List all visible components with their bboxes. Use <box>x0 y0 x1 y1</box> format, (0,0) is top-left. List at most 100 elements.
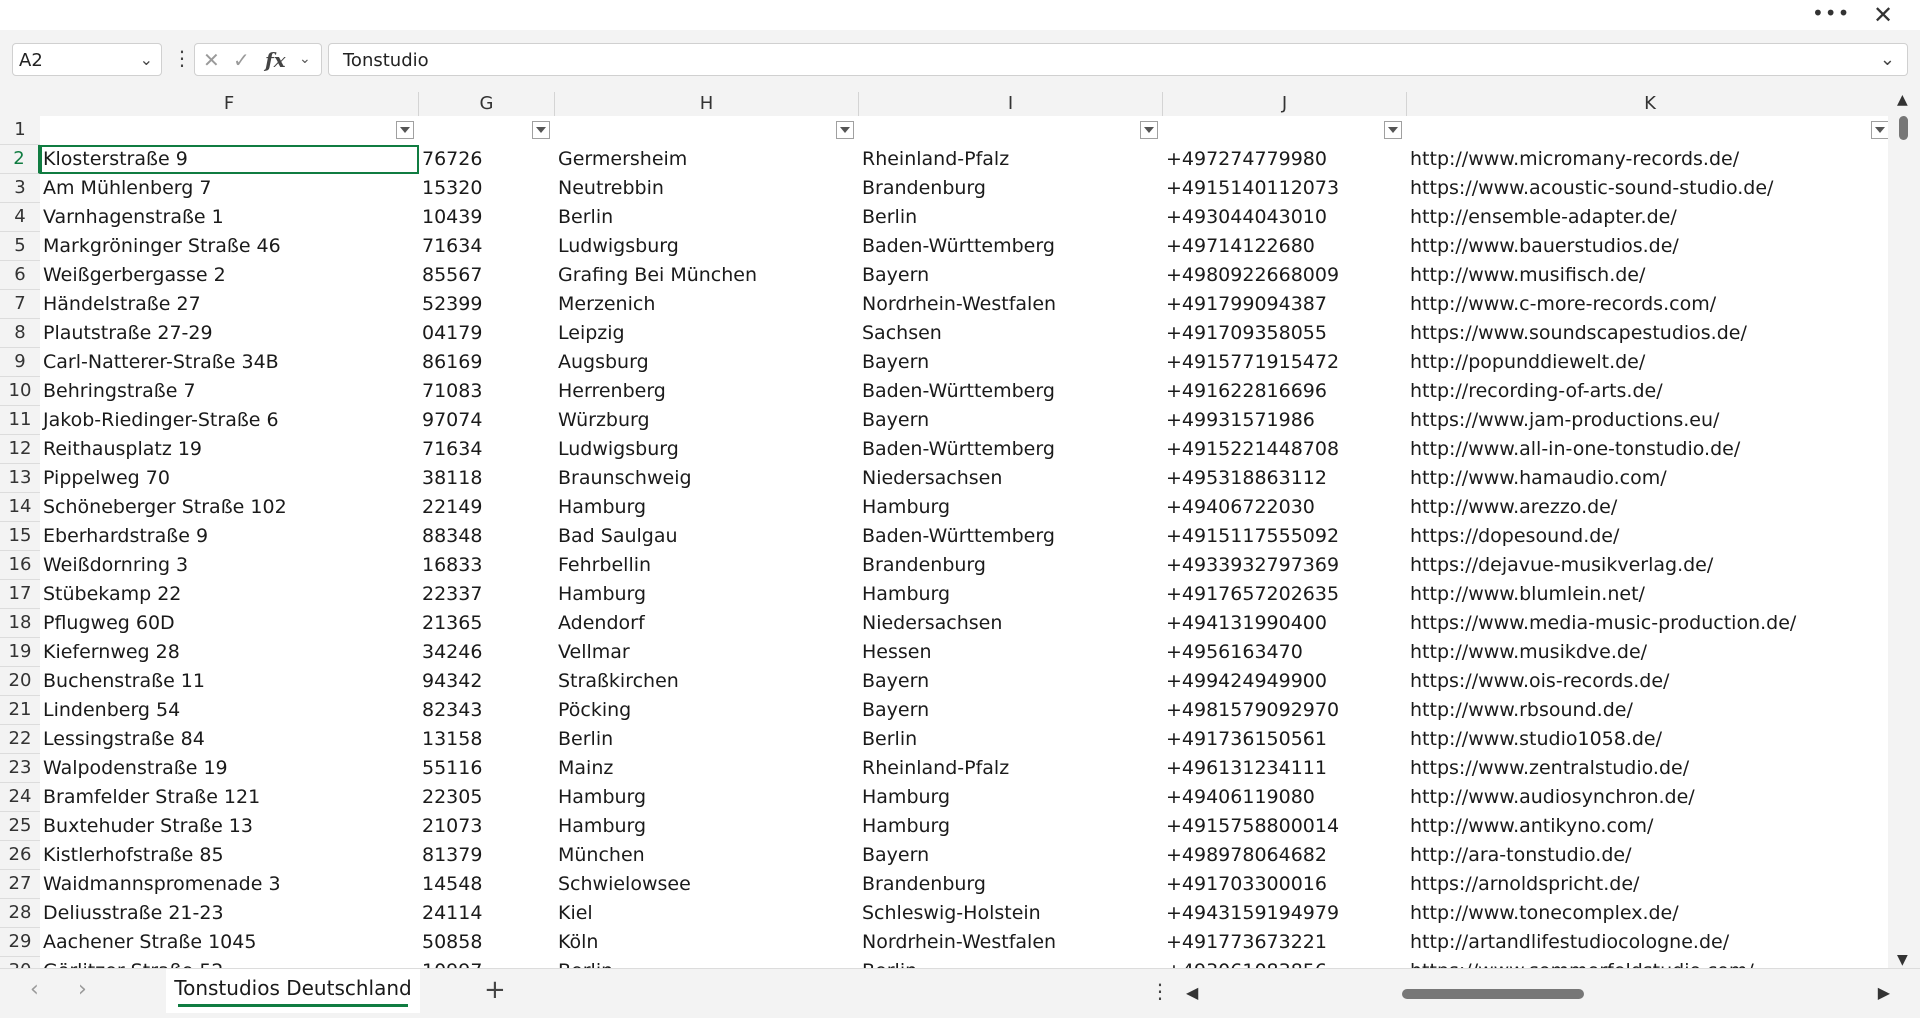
table-cell[interactable]: Bayern <box>859 406 1163 435</box>
table-cell[interactable]: Plautstraße 27-29 <box>40 319 419 348</box>
row-header[interactable]: 23 <box>0 754 40 783</box>
table-cell[interactable]: 10439 <box>419 203 555 232</box>
table-cell[interactable]: Berlin <box>859 957 1163 968</box>
table-cell[interactable]: 22305 <box>419 783 555 812</box>
vertical-scrollbar[interactable]: ▲ ▼ <box>1888 92 1920 968</box>
table-cell[interactable]: Baden-Württemberg <box>859 435 1163 464</box>
table-cell[interactable]: Herrenberg <box>555 377 859 406</box>
row-header[interactable]: 3 <box>0 174 40 203</box>
table-cell[interactable]: Hamburg <box>859 580 1163 609</box>
table-cell[interactable]: http://artandlifestudiocologne.de/ <box>1407 928 1888 957</box>
table-cell[interactable]: 22149 <box>419 493 555 522</box>
table-cell[interactable]: +491703300016 <box>1163 870 1407 899</box>
table-cell[interactable]: 81379 <box>419 841 555 870</box>
table-cell[interactable]: +498978064682 <box>1163 841 1407 870</box>
table-cell[interactable]: +4956163470 <box>1163 638 1407 667</box>
row-header[interactable]: 30 <box>0 957 40 968</box>
table-cell[interactable]: Kiefernweg 28 <box>40 638 419 667</box>
table-cell[interactable]: https://www.media-music-production.de/ <box>1407 609 1888 638</box>
table-cell[interactable]: 55116 <box>419 754 555 783</box>
horizontal-scroll-thumb[interactable] <box>1402 989 1584 999</box>
horizontal-scrollbar[interactable]: ◀ ▶ <box>1180 969 1900 1018</box>
table-cell[interactable]: Am Mühlenberg 7 <box>40 174 419 203</box>
table-cell[interactable]: Fehrbellin <box>555 551 859 580</box>
table-cell[interactable]: 82343 <box>419 696 555 725</box>
table-cell[interactable]: Baden-Württemberg <box>859 232 1163 261</box>
table-cell[interactable]: 16833 <box>419 551 555 580</box>
table-cell[interactable]: +4917657202635 <box>1163 580 1407 609</box>
table-cell[interactable]: Baden-Württemberg <box>859 377 1163 406</box>
table-cell[interactable]: Sachsen <box>859 319 1163 348</box>
table-cell[interactable]: +49406119080 <box>1163 783 1407 812</box>
table-cell[interactable]: 21073 <box>419 812 555 841</box>
table-cell[interactable]: http://ensemble-adapter.de/ <box>1407 203 1888 232</box>
table-cell[interactable]: Eberhardstraße 9 <box>40 522 419 551</box>
table-cell[interactable]: Lindenberg 54 <box>40 696 419 725</box>
row-header[interactable]: 22 <box>0 725 40 754</box>
table-cell[interactable]: Germersheim <box>555 145 859 174</box>
chevron-down-icon[interactable]: ⌄ <box>140 50 153 69</box>
row-header[interactable]: 12 <box>0 435 40 464</box>
header-cell[interactable]: Straße <box>40 116 419 145</box>
row-header[interactable]: 5 <box>0 232 40 261</box>
table-cell[interactable]: +491799094387 <box>1163 290 1407 319</box>
row-header[interactable]: 18 <box>0 609 40 638</box>
table-cell[interactable]: 04179 <box>419 319 555 348</box>
table-cell[interactable]: Leipzig <box>555 319 859 348</box>
table-cell[interactable]: Hamburg <box>555 783 859 812</box>
table-cell[interactable]: 86169 <box>419 348 555 377</box>
table-cell[interactable]: +4915221448708 <box>1163 435 1407 464</box>
table-cell[interactable]: +4943159194979 <box>1163 899 1407 928</box>
name-box[interactable]: A2 ⌄ <box>12 43 162 76</box>
chevron-down-icon[interactable]: ⌄ <box>299 51 311 67</box>
filter-dropdown-icon[interactable] <box>836 121 854 139</box>
column-header-k[interactable]: K <box>1407 92 1888 116</box>
table-cell[interactable]: 13158 <box>419 725 555 754</box>
table-cell[interactable]: München <box>555 841 859 870</box>
header-cell[interactable]: Telefonnummer (+49) <box>1163 116 1407 145</box>
table-cell[interactable]: Bad Saulgau <box>555 522 859 551</box>
table-cell[interactable]: Pflugweg 60D <box>40 609 419 638</box>
table-cell[interactable]: Hamburg <box>859 783 1163 812</box>
table-cell[interactable]: +4933932797369 <box>1163 551 1407 580</box>
table-cell[interactable]: 22337 <box>419 580 555 609</box>
column-header-f[interactable]: F <box>40 92 419 116</box>
header-cell[interactable]: Bundesland <box>859 116 1163 145</box>
filter-dropdown-icon[interactable] <box>532 121 550 139</box>
table-cell[interactable]: Buxtehuder Straße 13 <box>40 812 419 841</box>
table-cell[interactable]: Neutrebbin <box>555 174 859 203</box>
table-cell[interactable]: Brandenburg <box>859 174 1163 203</box>
table-cell[interactable]: Carl-Natterer-Straße 34B <box>40 348 419 377</box>
table-cell[interactable]: +4915140112073 <box>1163 174 1407 203</box>
table-cell[interactable]: +496131234111 <box>1163 754 1407 783</box>
table-cell[interactable]: +49714122680 <box>1163 232 1407 261</box>
formula-bar-options-icon[interactable]: ⋮ <box>172 46 192 70</box>
table-cell[interactable]: Reithausplatz 19 <box>40 435 419 464</box>
row-header[interactable]: 29 <box>0 928 40 957</box>
table-cell[interactable]: +493061083856 <box>1163 957 1407 968</box>
table-cell[interactable]: +493044043010 <box>1163 203 1407 232</box>
filter-dropdown-icon[interactable] <box>1384 121 1402 139</box>
table-cell[interactable]: Berlin <box>555 957 859 968</box>
table-cell[interactable]: Braunschweig <box>555 464 859 493</box>
row-header[interactable]: 10 <box>0 377 40 406</box>
table-cell[interactable]: Walpodenstraße 19 <box>40 754 419 783</box>
table-cell[interactable]: +4981579092970 <box>1163 696 1407 725</box>
table-cell[interactable]: http://www.audiosynchron.de/ <box>1407 783 1888 812</box>
table-cell[interactable]: 15320 <box>419 174 555 203</box>
table-cell[interactable]: Pöcking <box>555 696 859 725</box>
table-cell[interactable]: Weißgerbergasse 2 <box>40 261 419 290</box>
table-cell[interactable]: 71083 <box>419 377 555 406</box>
table-cell[interactable]: 38118 <box>419 464 555 493</box>
row-header[interactable]: 2 <box>0 145 40 174</box>
column-header-i[interactable]: I <box>859 92 1163 116</box>
table-cell[interactable]: +4915117555092 <box>1163 522 1407 551</box>
table-cell[interactable]: Bayern <box>859 261 1163 290</box>
table-cell[interactable]: Kiel <box>555 899 859 928</box>
table-cell[interactable]: https://www.acoustic-sound-studio.de/ <box>1407 174 1888 203</box>
table-cell[interactable]: https://www.ois-records.de/ <box>1407 667 1888 696</box>
vertical-scroll-thumb[interactable] <box>1899 116 1908 140</box>
table-cell[interactable]: https://dopesound.de/ <box>1407 522 1888 551</box>
table-cell[interactable]: Weißdornring 3 <box>40 551 419 580</box>
row-header[interactable]: 9 <box>0 348 40 377</box>
